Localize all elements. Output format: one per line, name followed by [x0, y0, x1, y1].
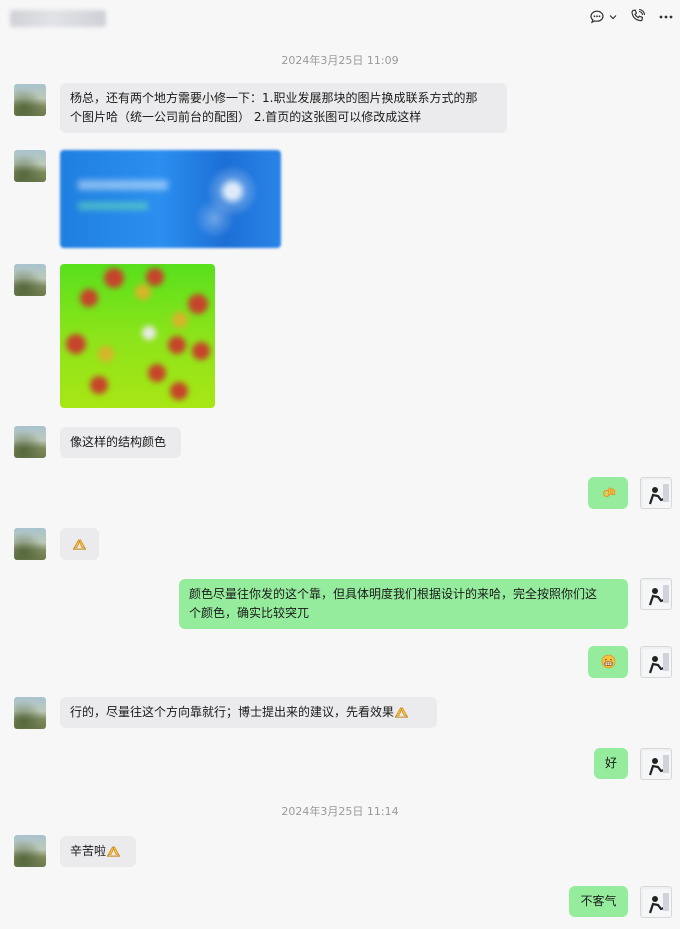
hands-together-emoji-icon [106, 846, 121, 857]
my-avatar[interactable] [640, 477, 672, 509]
person-silhouette-icon [643, 889, 671, 917]
person-silhouette-icon [643, 480, 671, 508]
green-structure-image[interactable] [60, 264, 215, 408]
message-bubble-incoming[interactable]: 像这样的结构颜色 [60, 427, 181, 458]
my-avatar[interactable] [640, 578, 672, 610]
chat-title-blurred [10, 10, 106, 27]
message-text: 好 [604, 756, 617, 770]
hands-together-emoji-icon [72, 539, 87, 550]
message-text: 辛苦啦 [70, 844, 107, 858]
message-bubble-incoming[interactable]: 辛苦啦 [60, 836, 136, 867]
my-avatar[interactable] [640, 886, 672, 918]
more-button[interactable] [658, 9, 674, 25]
header-actions [589, 8, 674, 25]
contact-avatar[interactable] [14, 528, 46, 560]
chat-bubble-icon [590, 10, 604, 23]
message-text: 个颜色，确实比较突兀 [189, 606, 310, 620]
chat-header [0, 0, 680, 38]
message-bubble-outgoing[interactable]: 好 [594, 748, 628, 779]
contact-avatar[interactable] [14, 426, 46, 458]
my-avatar[interactable] [640, 748, 672, 780]
contact-avatar[interactable] [14, 150, 46, 182]
message-text: 像这样的结构颜色 [70, 435, 167, 449]
message-text: 个图片哈（统一公司前台的配图） 2.首页的这张图可以修改成这样 [70, 110, 422, 124]
chevron-down-icon [609, 14, 617, 19]
person-silhouette-icon [643, 581, 671, 609]
message-bubble-incoming[interactable]: 杨总，还有两个地方需要小修一下：1.职业发展那块的图片换成联系方式的那 个图片哈… [60, 83, 507, 133]
message-bubble-outgoing[interactable] [588, 646, 628, 678]
ok-hand-emoji-icon [602, 487, 615, 497]
message-bubble-outgoing[interactable]: 颜色尽量往你发的这个靠，但具体明度我们根据设计的来哈，完全按照你们这 个颜色，确… [179, 579, 628, 629]
blue-contact-image[interactable] [60, 150, 281, 248]
contact-avatar[interactable] [14, 835, 46, 867]
message-text: 杨总，还有两个地方需要小修一下：1.职业发展那块的图片换成联系方式的那 [70, 91, 478, 105]
message-bubble-outgoing[interactable]: 不客气 [569, 886, 628, 917]
timestamp-separator: 2024年3月25日 11:14 [281, 805, 399, 818]
contact-avatar[interactable] [14, 264, 46, 296]
hands-together-emoji-icon [394, 707, 409, 718]
message-text: 颜色尽量往你发的这个靠，但具体明度我们根据设计的来哈，完全按照你们这 [189, 587, 598, 601]
more-icon [659, 15, 673, 18]
phone-icon [631, 8, 646, 22]
person-silhouette-icon [643, 649, 671, 677]
contact-avatar[interactable] [14, 84, 46, 116]
message-bubble-incoming[interactable]: 行的，尽量往这个方向靠就行；博士提出来的建议，先看效果 [60, 697, 437, 728]
grin-emoji-icon [601, 654, 615, 669]
message-bubble-incoming[interactable] [60, 528, 99, 560]
my-avatar[interactable] [640, 646, 672, 678]
message-text: 行的，尽量往这个方向靠就行；博士提出来的建议，先看效果 [70, 705, 395, 719]
chat-options-button[interactable] [589, 9, 617, 25]
call-button[interactable] [629, 8, 646, 25]
contact-avatar[interactable] [14, 697, 46, 729]
message-text: 不客气 [580, 894, 617, 908]
person-silhouette-icon [643, 751, 671, 779]
message-bubble-outgoing[interactable] [588, 477, 628, 509]
timestamp-separator: 2024年3月25日 11:09 [281, 54, 399, 67]
